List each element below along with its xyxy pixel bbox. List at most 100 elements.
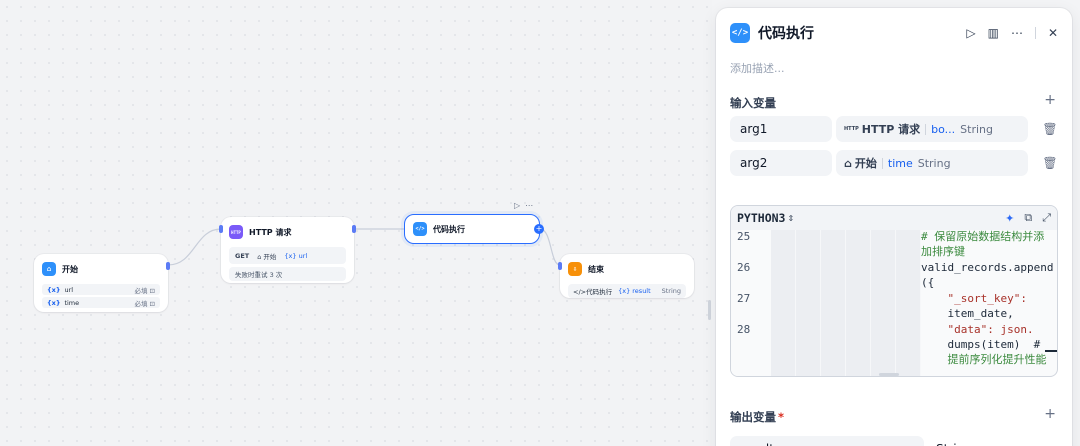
var-name: url (64, 285, 74, 294)
line-number: 26 (737, 261, 751, 274)
workflow-canvas[interactable]: ⌂ 开始 {x} url 必填 ⊡ {x} time 必填 ⊡ HTTP HTT… (0, 0, 712, 446)
end-output-type: String (661, 287, 681, 295)
edge-code-end (539, 228, 561, 266)
node-config-panel: </> 代码执行 ▷ ▥ ⋯ ✕ 添加描述... 输入变量 + arg1 HTT… (716, 8, 1072, 446)
line-number: 27 (737, 292, 751, 305)
output-section-title: 输出变量 * (730, 409, 784, 425)
input-row: arg2 ⌂ 开始 time String 🗑 (730, 150, 1058, 176)
end-node-title: 结束 (588, 264, 604, 274)
input-row: arg1 HTTP HTTP 请求 bo... String 🗑 (730, 116, 1058, 142)
language-selector[interactable]: PYTHON3 (737, 211, 785, 225)
end-in-handle[interactable] (558, 262, 562, 270)
output-name-field[interactable]: result (730, 436, 924, 446)
code-node[interactable]: </> 代码执行 (404, 214, 540, 244)
code-node-title: 代码执行 (433, 224, 465, 234)
start-var-time: {x} time 必填 ⊡ (42, 297, 160, 308)
add-node-icon[interactable]: + (534, 224, 544, 234)
code-line: # 保留原始数据结构并添 (921, 230, 1045, 243)
divider (1034, 27, 1036, 39)
http-url-ref: {x} url (284, 251, 308, 260)
line-number: 25 (737, 230, 751, 243)
input-value-selector[interactable]: ⌂ 开始 time String (836, 150, 1028, 176)
output-row: result String (730, 436, 1058, 446)
copy-icon[interactable]: ⧉ (1024, 211, 1032, 225)
http-node[interactable]: HTTP HTTP 请求 GET ⌂ 开始 {x} url 失败时重试 3 次 (219, 217, 356, 283)
close-icon[interactable]: ✕ (1048, 26, 1058, 40)
input-source: 开始 (854, 157, 877, 170)
code-line: "_sort_key": (921, 292, 1027, 305)
panel-title[interactable]: 代码执行 (758, 23, 814, 43)
run-icon[interactable]: ▷ (966, 26, 975, 40)
start-node[interactable]: ⌂ 开始 {x} url 必填 ⊡ {x} time 必填 ⊡ (34, 254, 170, 312)
input-type: String (960, 122, 993, 136)
variable-icon: {x} (47, 285, 61, 294)
ai-sparkle-icon[interactable]: ✦ (1005, 212, 1014, 225)
home-icon: ⌂ (844, 156, 852, 170)
run-icon[interactable]: ▷ (514, 201, 520, 210)
editor-toolbar: PYTHON3 ⇕ ✦ ⧉ ⤢ (731, 206, 1057, 230)
input-name-field[interactable]: arg2 (730, 150, 832, 176)
description-input[interactable]: 添加描述... (730, 60, 785, 76)
http-request-row: GET ⌂ 开始 {x} url (229, 247, 346, 264)
input-source: HTTP 请求 (861, 123, 921, 136)
code-line: ({ (921, 276, 935, 289)
end-output-row: </>代码执行 {x} result String (568, 284, 686, 298)
code-node-toolbar: ▷ ⋯ (514, 201, 533, 210)
end-output-source: </>代码执行 (573, 288, 613, 296)
http-out-handle[interactable] (352, 225, 356, 233)
trash-icon[interactable]: 🗑 (1042, 156, 1058, 170)
http-icon: HTTP (229, 225, 243, 239)
panel-header: </> 代码执行 ▷ ▥ ⋯ ✕ (730, 22, 1058, 44)
code-icon: </> (413, 222, 427, 236)
start-node-title: 开始 (62, 264, 78, 274)
more-icon[interactable]: ⋯ (525, 201, 533, 210)
code-line: valid_records.append (921, 261, 1054, 274)
http-method: GET (235, 251, 250, 260)
code-icon: </> (730, 23, 750, 43)
http-node-title: HTTP 请求 (249, 227, 292, 237)
start-var-url: {x} url 必填 ⊡ (42, 284, 160, 295)
code-line: dumps(item) # (921, 338, 1041, 351)
start-out-handle[interactable] (166, 262, 170, 270)
expand-icon[interactable]: ⤢ (1042, 211, 1051, 225)
editor-scrollbar[interactable] (879, 373, 899, 376)
input-value-selector[interactable]: HTTP HTTP 请求 bo... String (836, 116, 1028, 142)
trash-icon[interactable]: 🗑 (1042, 122, 1058, 136)
panel-resize-handle[interactable] (708, 300, 711, 320)
code-line: item_date, (921, 307, 1014, 320)
edge-start-http (167, 228, 222, 266)
end-node[interactable]: ⇩ 结束 </>代码执行 {x} result String (558, 254, 694, 298)
line-number: 28 (737, 323, 751, 336)
variable-icon: {x} (47, 298, 61, 307)
end-icon: ⇩ (568, 262, 582, 276)
chevron-updown-icon[interactable]: ⇕ (787, 214, 794, 223)
editor-body[interactable]: 25 26 27 28 # 保留原始数据结构并添 加排序键 valid_reco… (731, 230, 1057, 376)
input-ref: bo... (931, 122, 956, 136)
code-line: 加排序键 (921, 245, 965, 258)
book-icon[interactable]: ▥ (988, 26, 999, 40)
add-input-icon[interactable]: + (1044, 92, 1056, 108)
var-name: time (64, 298, 80, 307)
input-name-field[interactable]: arg1 (730, 116, 832, 142)
http-start-ref: ⌂ 开始 (257, 252, 277, 261)
end-output-var: {x} result (618, 287, 651, 295)
input-ref: time (887, 156, 913, 170)
indent-guides (771, 230, 921, 376)
home-icon: ⌂ (42, 262, 56, 276)
required-marker: * (778, 410, 785, 424)
add-output-icon[interactable]: + (1044, 406, 1056, 422)
var-required: 必填 ⊡ (134, 299, 155, 308)
editor-scroll-marker (1045, 350, 1057, 352)
output-section-label: 输出变量 (730, 410, 776, 424)
more-icon[interactable]: ⋯ (1011, 26, 1023, 40)
input-type: String (917, 156, 951, 170)
code-editor[interactable]: PYTHON3 ⇕ ✦ ⧉ ⤢ 25 26 27 28 # 保留原始数据结构并添… (730, 205, 1058, 377)
http-in-handle[interactable] (219, 225, 223, 233)
workflow-edges (167, 228, 561, 266)
http-icon: HTTP (844, 126, 859, 132)
input-section-title: 输入变量 (730, 96, 776, 110)
line-gutter: 25 26 27 28 (731, 230, 771, 376)
code-line: "data": json. (921, 323, 1034, 336)
code-line: 提前序列化提升性能 (921, 353, 1047, 366)
output-type-select[interactable]: String (928, 436, 1024, 446)
